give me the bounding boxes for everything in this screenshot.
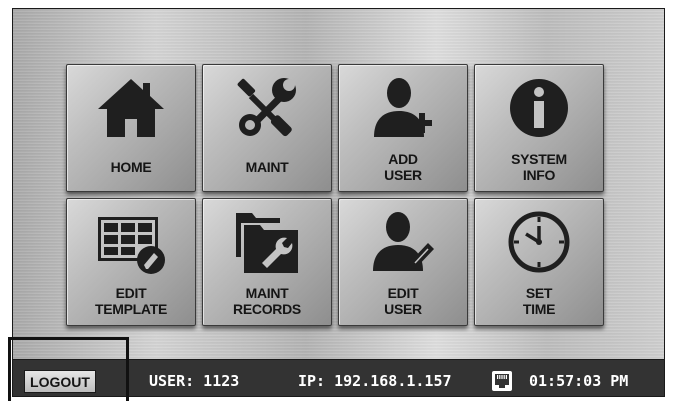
edit-template-icon [67,209,195,275]
menu-grid: HOME MAINT ADD USER SYSTEM INFO EDIT TEM… [66,64,604,326]
network-port-icon [492,371,512,391]
user-id-text: USER: 1123 [149,372,240,390]
add-user-label-line1: ADD [388,151,418,167]
ip-address-text: IP: 192.168.1.157 [298,372,452,390]
set-time-label-line2: TIME [522,301,556,317]
clock-time-text: 01:57:03 PM [529,372,629,390]
edit-template-label-line1: EDIT [115,285,147,301]
add-user-label-line2: USER [384,167,422,183]
edit-user-button[interactable]: EDIT USER [338,198,468,326]
edit-template-button[interactable]: EDIT TEMPLATE [66,198,196,326]
add-user-icon [339,75,467,141]
status-bar: LOGOUT USER: 1123 IP: 192.168.1.157 01:5… [13,359,664,396]
maint-records-label-line1: MAINT [245,285,289,301]
home-button[interactable]: HOME [66,64,196,192]
add-user-button[interactable]: ADD USER [338,64,468,192]
edit-template-label-line2: TEMPLATE [94,301,167,317]
set-time-label-line1: SET [525,285,553,301]
edit-user-icon [339,209,467,275]
maint-button[interactable]: MAINT [202,64,332,192]
system-info-label-line2: INFO [522,167,556,183]
tools-icon [203,75,331,141]
edit-user-label-line1: EDIT [387,285,419,301]
logout-button[interactable]: LOGOUT [24,370,96,393]
maint-records-icon [203,209,331,275]
set-time-button[interactable]: SET TIME [474,198,604,326]
info-icon [475,75,603,141]
touch-screen: HOME MAINT ADD USER SYSTEM INFO EDIT TEM… [12,8,665,397]
system-info-button[interactable]: SYSTEM INFO [474,64,604,192]
maint-records-button[interactable]: MAINT RECORDS [202,198,332,326]
maint-records-label-line2: RECORDS [233,301,301,317]
home-icon [67,75,195,141]
home-label: HOME [110,159,152,175]
edit-user-label-line2: USER [384,301,422,317]
clock-icon [475,209,603,275]
system-info-label-line1: SYSTEM [511,151,567,167]
maint-label: MAINT [245,159,289,175]
